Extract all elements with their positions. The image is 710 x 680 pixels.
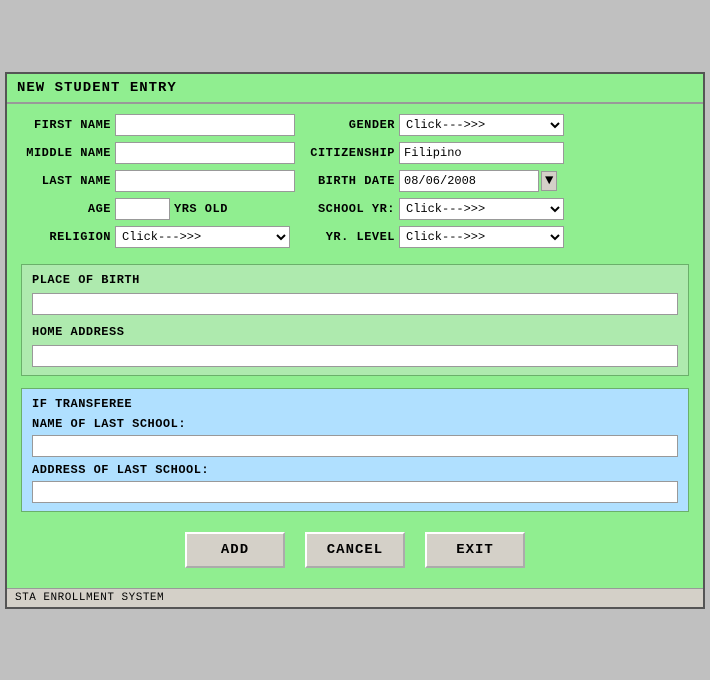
school-yr-label: SCHOOL YR: xyxy=(305,202,395,216)
add-label: ADD xyxy=(221,542,249,558)
left-column: FIRST NAME MIDDLE NAME LAST NAME AGE YRS… xyxy=(21,114,295,252)
yr-level-select[interactable]: Click--->>> Grade 1 Grade 2 Grade 3 Grad… xyxy=(399,226,564,248)
middle-name-label: MIDDLE NAME xyxy=(21,146,111,160)
school-yr-select[interactable]: Click--->>> 2008-2009 2009-2010 xyxy=(399,198,564,220)
last-name-label: LAST NAME xyxy=(21,174,111,188)
birthdate-dropdown-icon[interactable]: ▼ xyxy=(541,171,557,191)
main-window: NEW STUDENT ENTRY FIRST NAME MIDDLE NAME… xyxy=(5,72,705,609)
middle-name-input[interactable] xyxy=(115,142,295,164)
religion-label: RELIGION xyxy=(21,230,111,244)
middle-name-row: MIDDLE NAME xyxy=(21,142,295,164)
age-input[interactable] xyxy=(115,198,170,220)
birthdate-wrapper: ▼ xyxy=(399,170,557,192)
cancel-button[interactable]: CANCEL xyxy=(305,532,405,568)
first-name-input[interactable] xyxy=(115,114,295,136)
top-section: FIRST NAME MIDDLE NAME LAST NAME AGE YRS… xyxy=(21,114,689,252)
home-address-title: HOME ADDRESS xyxy=(32,325,678,339)
citizenship-label: CITIZENSHIP xyxy=(305,146,395,160)
status-bar-text: STA ENROLLMENT SYSTEM xyxy=(15,592,164,604)
name-of-last-school-input[interactable] xyxy=(32,435,678,457)
citizenship-input[interactable] xyxy=(399,142,564,164)
transferee-title: IF TRANSFEREE xyxy=(32,397,678,411)
age-row: AGE YRS OLD xyxy=(21,198,295,220)
religion-row: RELIGION Click--->>> Catholic Protestant… xyxy=(21,226,295,248)
first-name-label: FIRST NAME xyxy=(21,118,111,132)
add-button[interactable]: ADD xyxy=(185,532,285,568)
religion-select[interactable]: Click--->>> Catholic Protestant Islam Ot… xyxy=(115,226,290,248)
birth-date-input[interactable] xyxy=(399,170,539,192)
birth-date-row: BIRTH DATE ▼ xyxy=(305,170,564,192)
place-of-birth-title: PLACE OF BIRTH xyxy=(32,273,678,287)
address-of-last-school-input[interactable] xyxy=(32,481,678,503)
first-name-row: FIRST NAME xyxy=(21,114,295,136)
place-of-birth-input[interactable] xyxy=(32,293,678,315)
last-name-input[interactable] xyxy=(115,170,295,192)
gender-select[interactable]: Click--->>> Male Female xyxy=(399,114,564,136)
exit-label: EXIT xyxy=(456,542,494,558)
title-bar: NEW STUDENT ENTRY xyxy=(7,74,703,104)
last-name-row: LAST NAME xyxy=(21,170,295,192)
exit-button[interactable]: EXIT xyxy=(425,532,525,568)
transferee-box: IF TRANSFEREE NAME OF LAST SCHOOL: ADDRE… xyxy=(21,388,689,512)
home-address-input[interactable] xyxy=(32,345,678,367)
citizenship-row: CITIZENSHIP xyxy=(305,142,564,164)
cancel-label: CANCEL xyxy=(327,542,383,558)
name-of-last-school-label: NAME OF LAST SCHOOL: xyxy=(32,417,678,431)
school-yr-row: SCHOOL YR: Click--->>> 2008-2009 2009-20… xyxy=(305,198,564,220)
birth-date-label: BIRTH DATE xyxy=(305,174,395,188)
address-of-last-school-label: ADDRESS OF LAST SCHOOL: xyxy=(32,463,678,477)
right-column: GENDER Click--->>> Male Female CITIZENSH… xyxy=(305,114,564,252)
gender-row: GENDER Click--->>> Male Female xyxy=(305,114,564,136)
window-title: NEW STUDENT ENTRY xyxy=(17,80,177,96)
yr-level-row: YR. LEVEL Click--->>> Grade 1 Grade 2 Gr… xyxy=(305,226,564,248)
place-home-box: PLACE OF BIRTH HOME ADDRESS xyxy=(21,264,689,376)
form-area: FIRST NAME MIDDLE NAME LAST NAME AGE YRS… xyxy=(7,104,703,588)
buttons-row: ADD CANCEL EXIT xyxy=(21,520,689,578)
yrs-old-label: YRS OLD xyxy=(174,202,228,216)
yr-level-label: YR. LEVEL xyxy=(305,230,395,244)
gender-label: GENDER xyxy=(305,118,395,132)
status-bar: STA ENROLLMENT SYSTEM xyxy=(7,588,703,607)
age-label: AGE xyxy=(21,202,111,216)
